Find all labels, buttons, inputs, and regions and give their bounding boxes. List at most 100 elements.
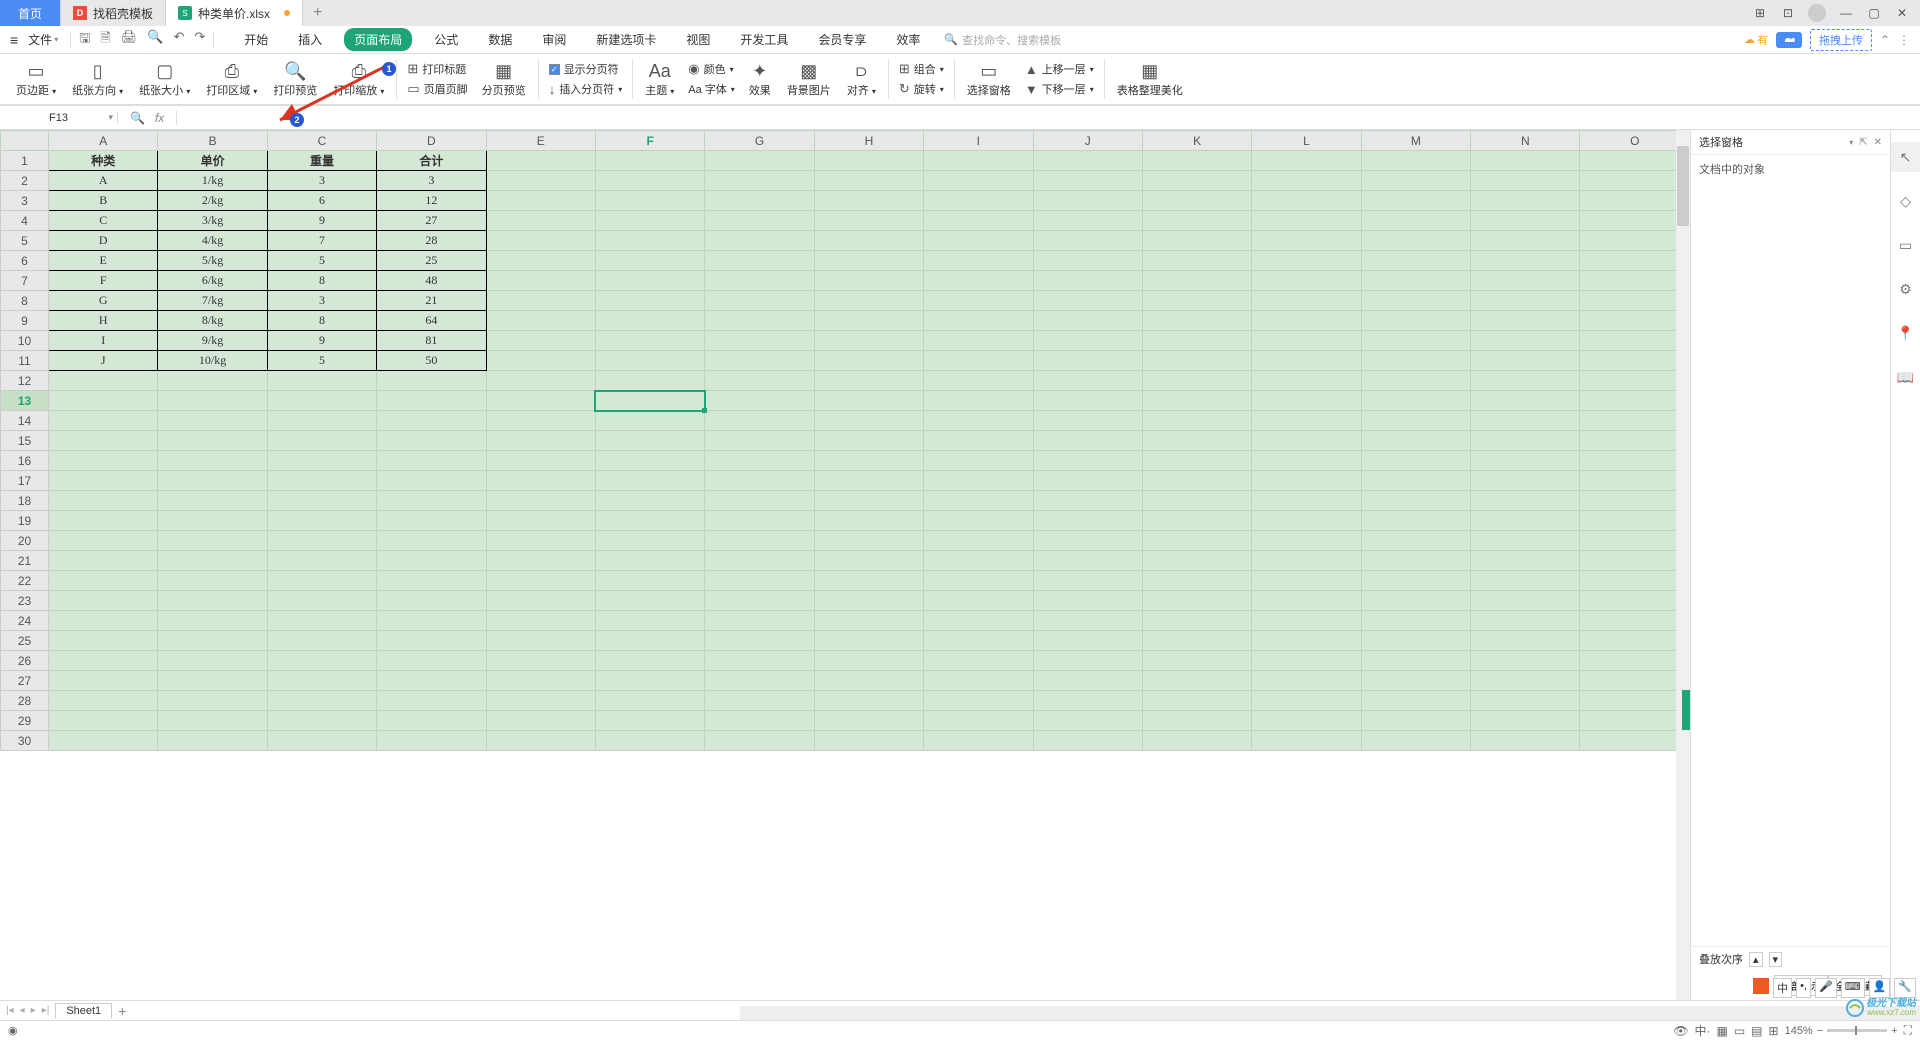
cell-B5[interactable]: 4/kg	[158, 231, 267, 251]
ime-skin-icon[interactable]: 👤	[1869, 978, 1891, 998]
cell-E27[interactable]	[486, 671, 595, 691]
cell-E4[interactable]	[486, 211, 595, 231]
cell-A13[interactable]	[49, 391, 158, 411]
ribbon-tab-10[interactable]: 效率	[888, 28, 928, 51]
cell-D13[interactable]	[377, 391, 486, 411]
cell-J30[interactable]	[1033, 731, 1142, 751]
cell-B28[interactable]	[158, 691, 267, 711]
cell-C7[interactable]: 8	[267, 271, 376, 291]
cell-M9[interactable]	[1361, 311, 1470, 331]
cell-K27[interactable]	[1142, 671, 1251, 691]
cell-M21[interactable]	[1361, 551, 1470, 571]
cell-K10[interactable]	[1142, 331, 1251, 351]
cell-D11[interactable]: 50	[377, 351, 486, 371]
move-up-icon[interactable]: ▴	[1749, 952, 1763, 967]
row-header-7[interactable]: 7	[1, 271, 49, 291]
zoom-slider[interactable]	[1827, 1029, 1887, 1032]
cell-I22[interactable]	[924, 571, 1033, 591]
cell-B21[interactable]	[158, 551, 267, 571]
cell-O25[interactable]	[1580, 631, 1690, 651]
ribbon-打印区域[interactable]: ⎙打印区域 ▾	[198, 55, 265, 103]
cell-C20[interactable]	[267, 531, 376, 551]
cell-F30[interactable]	[595, 731, 704, 751]
col-header-N[interactable]: N	[1471, 131, 1580, 151]
cell-M27[interactable]	[1361, 671, 1470, 691]
cell-L22[interactable]	[1252, 571, 1361, 591]
cell-L24[interactable]	[1252, 611, 1361, 631]
cell-A29[interactable]	[49, 711, 158, 731]
cell-L29[interactable]	[1252, 711, 1361, 731]
cell-L30[interactable]	[1252, 731, 1361, 751]
cell-C24[interactable]	[267, 611, 376, 631]
cell-J23[interactable]	[1033, 591, 1142, 611]
cell-M3[interactable]	[1361, 191, 1470, 211]
cell-B17[interactable]	[158, 471, 267, 491]
command-search[interactable]: 🔍 查找命令、搜索模板	[944, 32, 1061, 48]
cell-I1[interactable]	[924, 151, 1033, 171]
cell-F23[interactable]	[595, 591, 704, 611]
cell-M12[interactable]	[1361, 371, 1470, 391]
cell-F14[interactable]	[595, 411, 704, 431]
cell-I19[interactable]	[924, 511, 1033, 531]
row-header-26[interactable]: 26	[1, 651, 49, 671]
cell-N16[interactable]	[1471, 451, 1580, 471]
cell-D22[interactable]	[377, 571, 486, 591]
ribbon-tab-7[interactable]: 视图	[678, 28, 718, 51]
save-icon[interactable]: 🖫	[79, 29, 90, 51]
cell-N19[interactable]	[1471, 511, 1580, 531]
cell-G21[interactable]	[705, 551, 814, 571]
cell-N21[interactable]	[1471, 551, 1580, 571]
row-header-2[interactable]: 2	[1, 171, 49, 191]
cell-C6[interactable]: 5	[267, 251, 376, 271]
cell-B15[interactable]	[158, 431, 267, 451]
row-header-24[interactable]: 24	[1, 611, 49, 631]
zoom-in-icon[interactable]: +	[1891, 1025, 1897, 1037]
cell-D21[interactable]	[377, 551, 486, 571]
cell-N27[interactable]	[1471, 671, 1580, 691]
cell-A17[interactable]	[49, 471, 158, 491]
cell-D6[interactable]: 25	[377, 251, 486, 271]
row-header-13[interactable]: 13	[1, 391, 49, 411]
row-header-28[interactable]: 28	[1, 691, 49, 711]
cell-B20[interactable]	[158, 531, 267, 551]
cell-G9[interactable]	[705, 311, 814, 331]
cell-J3[interactable]	[1033, 191, 1142, 211]
cell-O2[interactable]	[1580, 171, 1690, 191]
ribbon-tab-8[interactable]: 开发工具	[732, 28, 796, 51]
cell-I27[interactable]	[924, 671, 1033, 691]
collapse-ribbon-icon[interactable]: ⌃	[1880, 33, 1890, 47]
cell-F6[interactable]	[595, 251, 704, 271]
cell-B2[interactable]: 1/kg	[158, 171, 267, 191]
cell-L23[interactable]	[1252, 591, 1361, 611]
cell-N28[interactable]	[1471, 691, 1580, 711]
cell-M6[interactable]	[1361, 251, 1470, 271]
cell-K14[interactable]	[1142, 411, 1251, 431]
cell-G22[interactable]	[705, 571, 814, 591]
cell-N8[interactable]	[1471, 291, 1580, 311]
cell-G4[interactable]	[705, 211, 814, 231]
cell-L1[interactable]	[1252, 151, 1361, 171]
cell-O30[interactable]	[1580, 731, 1690, 751]
cell-H15[interactable]	[814, 431, 923, 451]
cell-L26[interactable]	[1252, 651, 1361, 671]
cell-F1[interactable]	[595, 151, 704, 171]
cell-K7[interactable]	[1142, 271, 1251, 291]
cell-H3[interactable]	[814, 191, 923, 211]
ribbon-表格整理美化[interactable]: ▦表格整理美化	[1109, 55, 1191, 103]
cell-M18[interactable]	[1361, 491, 1470, 511]
macro-record-icon[interactable]: ◉	[8, 1024, 18, 1037]
cell-L27[interactable]	[1252, 671, 1361, 691]
cell-J7[interactable]	[1033, 271, 1142, 291]
cell-H28[interactable]	[814, 691, 923, 711]
cell-G16[interactable]	[705, 451, 814, 471]
cell-M4[interactable]	[1361, 211, 1470, 231]
cell-L14[interactable]	[1252, 411, 1361, 431]
cell-E18[interactable]	[486, 491, 595, 511]
cell-L8[interactable]	[1252, 291, 1361, 311]
row-header-18[interactable]: 18	[1, 491, 49, 511]
cell-N15[interactable]	[1471, 431, 1580, 451]
cell-L28[interactable]	[1252, 691, 1361, 711]
cell-D8[interactable]: 21	[377, 291, 486, 311]
cell-K26[interactable]	[1142, 651, 1251, 671]
cell-F19[interactable]	[595, 511, 704, 531]
